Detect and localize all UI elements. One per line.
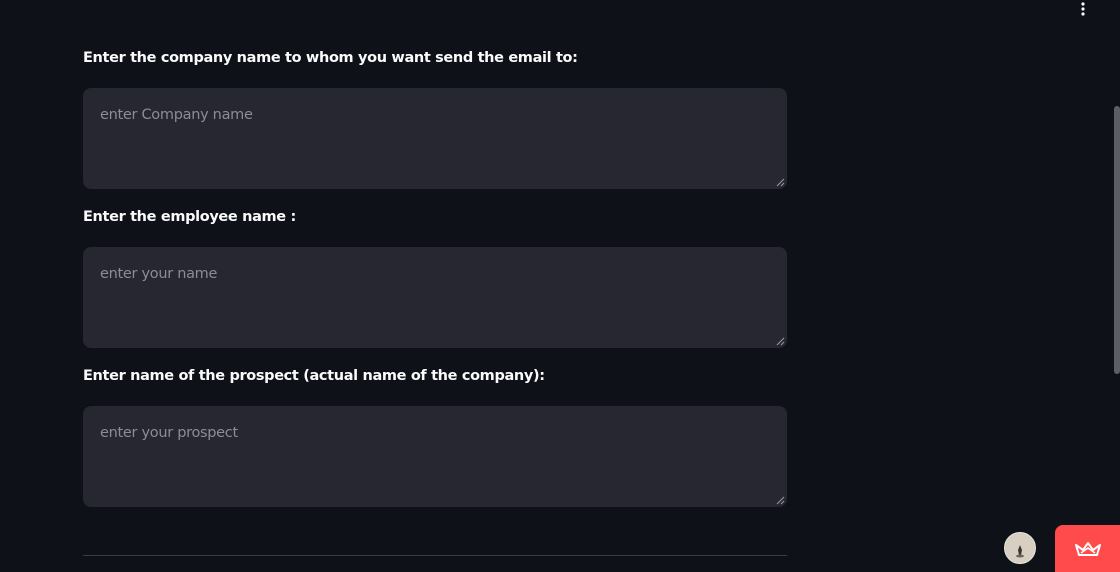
streamlit-badge-button[interactable] <box>1055 525 1120 572</box>
resize-grip-icon[interactable] <box>776 178 785 187</box>
employee-name-label: Enter the employee name : <box>83 209 296 225</box>
scrollbar-thumb[interactable] <box>1114 106 1120 374</box>
page-scrollbar[interactable] <box>1114 0 1120 572</box>
user-avatar-icon <box>1005 533 1035 563</box>
prospect-name-label: Enter name of the prospect (actual name … <box>83 368 545 384</box>
prospect-name-field[interactable] <box>83 406 787 507</box>
company-name-input[interactable] <box>83 88 787 189</box>
app-page: Enter the company name to whom you want … <box>0 0 1120 572</box>
employee-name-field[interactable] <box>83 247 787 348</box>
prospect-name-input[interactable] <box>83 406 787 507</box>
company-name-label: Enter the company name to whom you want … <box>83 50 578 66</box>
company-name-field[interactable] <box>83 88 787 189</box>
user-avatar[interactable] <box>1004 532 1036 564</box>
employee-name-input[interactable] <box>83 247 787 348</box>
resize-grip-icon[interactable] <box>776 496 785 505</box>
streamlit-crown-icon <box>1074 541 1101 556</box>
section-divider <box>83 555 787 556</box>
main-menu-button[interactable] <box>1072 0 1094 18</box>
vertical-ellipsis-icon <box>1081 2 1085 16</box>
resize-grip-icon[interactable] <box>776 337 785 346</box>
